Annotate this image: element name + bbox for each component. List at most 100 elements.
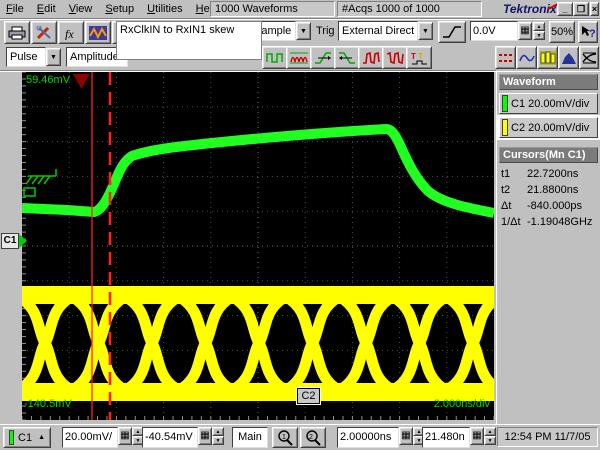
c2-scale-label: C2 20.00mV/div — [511, 122, 589, 134]
svg-text:T: T — [418, 52, 423, 61]
menu-view[interactable]: View — [63, 1, 100, 17]
display-waveform-style-button[interactable] — [516, 46, 537, 69]
negative-width-icon — [386, 51, 404, 65]
channel-c2-scale-button[interactable]: C2 20.00mV/div — [499, 117, 598, 138]
magnifier-2-icon: 2 — [305, 430, 321, 446]
trigger-source-select[interactable]: External Direct — [338, 21, 418, 41]
zoom-1-button[interactable]: 1 — [272, 427, 298, 448]
zoom-buttons-group: 1 2 — [272, 427, 326, 448]
spin-down-icon[interactable]: ▼ — [533, 31, 545, 40]
top-voltage-readout: 59.46mV — [26, 74, 70, 86]
measure-amplitude-cycles-button[interactable] — [286, 46, 312, 69]
positive-width-icon — [362, 51, 380, 65]
horizontal-scale-field[interactable]: 2.00000ns — [337, 427, 399, 448]
svg-text:2: 2 — [309, 434, 313, 441]
rising-edge-icon — [442, 25, 462, 39]
waveform-display-area[interactable]: 59.46mV -140.5mV 2.000ns/div C2 — [22, 72, 494, 420]
cursor-readout-t1: t122.7200ns — [499, 166, 598, 182]
measure-category-dropdown-arrow[interactable]: ▼ — [46, 48, 61, 66]
oscilloscope-app: File Edit View Setup Utilities Help 1000… — [0, 0, 600, 450]
horizontal-scale-keypad-icon[interactable]: ▦ — [399, 427, 413, 445]
printer-icon — [8, 26, 26, 40]
measure-rise-time-button[interactable] — [310, 46, 336, 69]
display-persistence-button[interactable] — [537, 46, 558, 69]
minimize-button[interactable]: _ — [557, 2, 573, 16]
channel-color-swatch-icon — [9, 430, 14, 445]
display-histogram-button[interactable] — [558, 46, 579, 69]
main-view-button[interactable]: Main — [232, 427, 268, 448]
set-level-50pct-button[interactable]: 50% — [549, 21, 575, 43]
cursor-readout-inverse-delta-t: 1/Δt-1.19048GHz — [499, 214, 598, 230]
menu-edit[interactable]: Edit — [31, 1, 63, 17]
measure-fall-time-button[interactable] — [334, 46, 360, 69]
svg-text:T: T — [411, 52, 416, 61]
measure-period-button[interactable] — [262, 46, 288, 69]
measure-category-select[interactable]: Pulse — [6, 47, 46, 67]
c2-color-swatch-icon — [502, 119, 508, 136]
trigger-source-dropdown-arrow[interactable]: ▼ — [418, 22, 433, 40]
acquisition-mode-status: 1000 Waveforms — [210, 1, 335, 17]
c1-color-swatch-icon — [502, 95, 508, 112]
measurement-tooltip: RxClkIN to RxIN1 skew — [116, 21, 262, 60]
svg-text:?: ? — [589, 28, 595, 39]
display-eye-diagram-button[interactable] — [579, 46, 599, 69]
horizontal-position-field[interactable]: 21.480n — [422, 427, 470, 448]
help-pointer-icon: ? — [581, 25, 595, 39]
histogram-icon — [561, 51, 577, 65]
spin-up-icon[interactable]: ▲ — [212, 427, 224, 436]
waveform-style-icon — [519, 51, 535, 65]
eye-diagram-icon — [582, 51, 597, 65]
channel-up-arrow-icon: ▲ — [38, 434, 45, 441]
vertical-offset-keypad-icon[interactable]: ▦ — [198, 427, 212, 445]
vertical-scale-group: 20.00mV/ ▦ ▲ ▼ — [62, 427, 144, 448]
graticule — [22, 72, 494, 420]
spin-down-icon[interactable]: ▼ — [212, 436, 224, 445]
measure-negative-width-button[interactable] — [382, 46, 408, 69]
horizontal-scale-group: 2.00000ns ▦ ▲ ▼ — [337, 427, 425, 448]
horizontal-position-keypad-icon[interactable]: ▦ — [470, 427, 484, 445]
print-button[interactable] — [4, 21, 30, 44]
c1-channel-marker[interactable]: C1 — [1, 233, 19, 249]
menu-utilities[interactable]: Utilities — [141, 1, 189, 17]
menu-setup[interactable]: Setup — [99, 1, 141, 17]
channel-c1-scale-button[interactable]: C1 20.00mV/div — [499, 93, 598, 114]
vertical-offset-spinner[interactable]: ▲ ▼ — [212, 427, 224, 448]
trigger-level-spinner[interactable]: ▲ ▼ — [533, 22, 545, 40]
cursor-readout-t2: t221.8800ns — [499, 182, 598, 198]
measure-delay-button[interactable]: TT — [406, 46, 432, 69]
cursors-panel-header: Cursors(Mn C1) — [499, 147, 598, 163]
zoom-2-button[interactable]: 2 — [300, 427, 326, 448]
waveform-display-button[interactable] — [85, 21, 111, 44]
spin-up-icon[interactable]: ▲ — [484, 427, 496, 436]
acquisition-mode-dropdown-arrow[interactable]: ▼ — [296, 22, 311, 40]
vertical-scale-field[interactable]: 20.00mV/ — [62, 427, 118, 448]
menu-file[interactable]: File — [0, 1, 31, 17]
trigger-position-icon[interactable] — [73, 74, 90, 89]
trigger-level-field[interactable]: 0.0V — [470, 21, 518, 41]
tektronix-logo: Tektronix — [503, 2, 557, 16]
utility-button[interactable] — [31, 21, 57, 44]
trig-label: Trig — [316, 21, 335, 41]
spin-up-icon[interactable]: ▲ — [533, 22, 545, 31]
spin-down-icon[interactable]: ▼ — [484, 436, 496, 445]
restore-button[interactable]: ❐ — [573, 2, 589, 16]
measure-positive-width-button[interactable] — [358, 46, 384, 69]
trigger-slope-button[interactable] — [438, 21, 466, 43]
channel-select-button[interactable]: C1 ▲ — [3, 427, 51, 448]
svg-text:fx: fx — [65, 27, 74, 40]
trigger-level-keypad-icon[interactable]: ▦ — [518, 22, 532, 40]
vertical-offset-field[interactable]: -40.54mV — [142, 427, 198, 448]
svg-text:1: 1 — [282, 434, 286, 441]
context-help-button[interactable]: ? — [578, 21, 598, 43]
vertical-scale-keypad-icon[interactable]: ▦ — [118, 427, 132, 445]
c2-channel-marker[interactable]: C2 — [297, 388, 320, 404]
channel-select-group: C1 ▲ — [3, 427, 51, 448]
magnifier-1-icon: 1 — [277, 430, 293, 446]
fall-time-icon — [338, 51, 356, 65]
period-icon — [266, 51, 284, 65]
close-button[interactable]: × — [590, 2, 599, 16]
horizontal-position-spinner[interactable]: ▲ ▼ — [484, 427, 496, 448]
display-cursors-button[interactable] — [495, 46, 516, 69]
math-function-button[interactable]: fx — [58, 21, 84, 44]
function-icon: fx — [62, 26, 80, 40]
